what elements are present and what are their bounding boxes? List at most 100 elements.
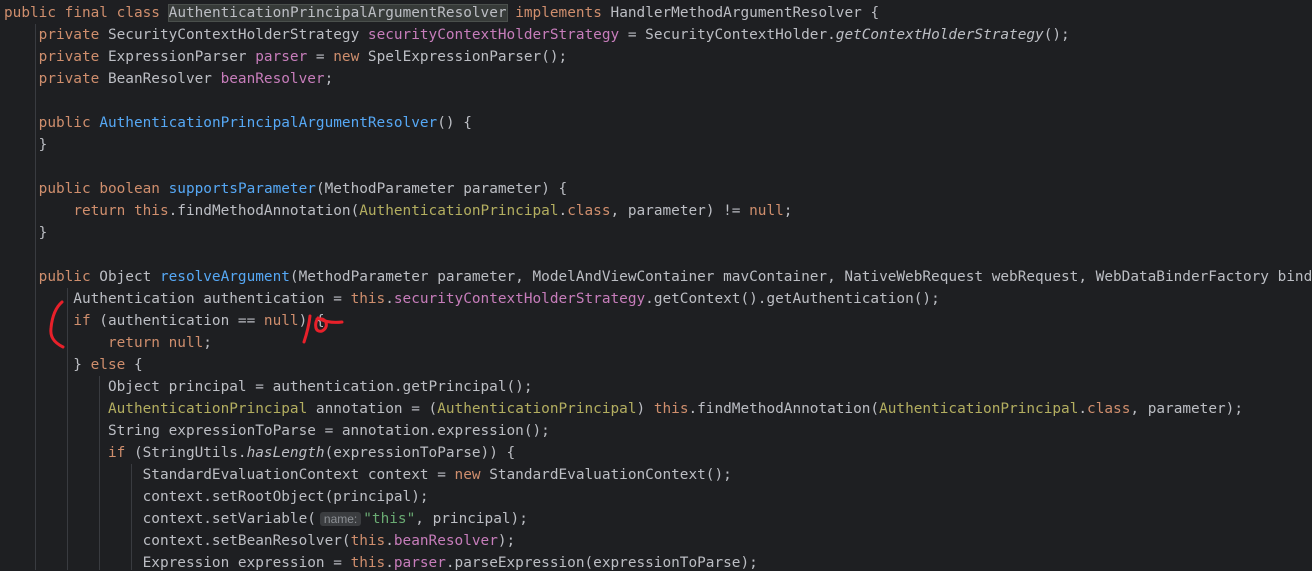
code-line[interactable]: Authentication authentication = this.sec… (4, 288, 939, 310)
code-line[interactable]: return null; (4, 332, 212, 354)
code-token: context.setRootObject(principal); (4, 489, 429, 505)
code-token: return (73, 203, 126, 219)
code-token: . (385, 533, 394, 549)
code-token: SecurityContextHolderStrategy (99, 27, 368, 43)
code-token: context.setVariable( (4, 511, 316, 527)
code-token: AuthenticationPrincipal (437, 401, 637, 417)
code-line[interactable]: Expression expression = this.parser.pars… (4, 552, 758, 571)
code-token: .findMethodAnnotation( (688, 401, 880, 417)
code-line[interactable]: context.setBeanResolver(this.beanResolve… (4, 530, 516, 552)
code-token: ; (203, 335, 212, 351)
code-token: (MethodParameter parameter, ModelAndView… (289, 269, 1312, 285)
code-line[interactable]: if (authentication == null) { (4, 310, 325, 332)
code-token: { (125, 357, 143, 373)
code-token: , principal); (415, 511, 528, 527)
code-token: class (567, 203, 611, 219)
code-token: annotation = ( (307, 401, 438, 417)
code-token: Object principal = authentication.getPri… (4, 379, 533, 395)
code-editor[interactable]: public final class AuthenticationPrincip… (0, 0, 1312, 571)
code-token: beanResolver (220, 71, 325, 87)
code-line[interactable]: Object principal = authentication.getPri… (4, 376, 533, 398)
code-token: String expressionToParse = annotation.ex… (4, 423, 550, 439)
code-token: "this" (363, 511, 416, 527)
code-token: private (38, 71, 100, 87)
code-token: getContextHolderStrategy (835, 27, 1044, 43)
code-token: null (263, 313, 299, 329)
code-line[interactable]: } (4, 134, 48, 156)
code-token: resolveArgument (159, 269, 290, 285)
code-token: BeanResolver (99, 71, 221, 87)
code-token: boolean (99, 181, 160, 197)
code-line[interactable]: AuthenticationPrincipal annotation = (Au… (4, 398, 1243, 420)
code-token: = SecurityContextHolder. (619, 27, 836, 43)
code-token: public (38, 115, 91, 131)
code-token: private (38, 49, 100, 65)
code-token: .findMethodAnnotation( (168, 203, 360, 219)
code-line[interactable]: private SecurityContextHolderStrategy se… (4, 24, 1070, 46)
code-token: final (64, 5, 108, 21)
code-token: AuthenticationPrincipal (879, 401, 1079, 417)
code-token: (authentication == (90, 313, 264, 329)
code-line[interactable]: } else { (4, 354, 143, 376)
code-line[interactable]: public boolean supportsParameter(MethodP… (4, 178, 568, 200)
code-token: class (116, 5, 160, 21)
code-token: (expressionToParse)) { (324, 445, 516, 461)
code-token: private (38, 27, 100, 43)
code-line[interactable]: public final class AuthenticationPrincip… (4, 2, 879, 24)
code-line[interactable]: public AuthenticationPrincipalArgumentRe… (4, 112, 472, 134)
code-token: } (4, 357, 91, 373)
code-token: AuthenticationPrincipal (107, 401, 308, 417)
code-token: ; (324, 71, 334, 87)
code-token: class (1087, 401, 1131, 417)
code-token: ) { (298, 313, 325, 329)
code-line[interactable]: context.setRootObject(principal); (4, 486, 429, 508)
code-token: ); (497, 533, 516, 549)
parameter-hint: name: (319, 512, 362, 526)
code-line[interactable]: StandardEvaluationContext context = new … (4, 464, 732, 486)
code-line[interactable]: if (StringUtils.hasLength(expressionToPa… (4, 442, 515, 464)
code-line[interactable]: String expressionToParse = annotation.ex… (4, 420, 550, 442)
code-token: parser (255, 49, 308, 65)
code-token: (); (1043, 27, 1070, 43)
code-token: .parseExpression(expressionToParse); (445, 555, 758, 571)
code-token: this (653, 401, 689, 417)
code-token: HandlerMethodArgumentResolver { (601, 5, 880, 21)
code-token: if (73, 313, 91, 329)
code-token: . (385, 555, 394, 571)
code-token: this (133, 203, 169, 219)
code-token: null (749, 203, 784, 219)
code-line[interactable]: public Object resolveArgument(MethodPara… (4, 266, 1312, 288)
code-token: this (350, 291, 386, 307)
code-token: . (385, 291, 394, 307)
code-token: hasLength (246, 445, 325, 461)
code-token: AuthenticationPrincipalArgumentResolver (99, 115, 438, 131)
code-token: } (4, 225, 48, 241)
code-line[interactable]: return this.findMethodAnnotation(Authent… (4, 200, 792, 222)
code-line[interactable]: } (4, 222, 48, 244)
code-line[interactable]: private ExpressionParser parser = new Sp… (4, 46, 568, 68)
code-line[interactable]: context.setVariable(name: "this", princip… (4, 508, 528, 530)
code-token: Authentication authentication = (4, 291, 351, 307)
code-token: (StringUtils. (125, 445, 247, 461)
code-token: = (307, 49, 334, 65)
code-token: ExpressionParser (99, 49, 256, 65)
code-token: () { (437, 115, 472, 131)
code-token: (MethodParameter parameter) { (315, 181, 568, 197)
code-token: context.setBeanResolver( (4, 533, 351, 549)
code-line[interactable]: private BeanResolver beanResolver; (4, 68, 334, 90)
code-token: new (333, 49, 360, 65)
